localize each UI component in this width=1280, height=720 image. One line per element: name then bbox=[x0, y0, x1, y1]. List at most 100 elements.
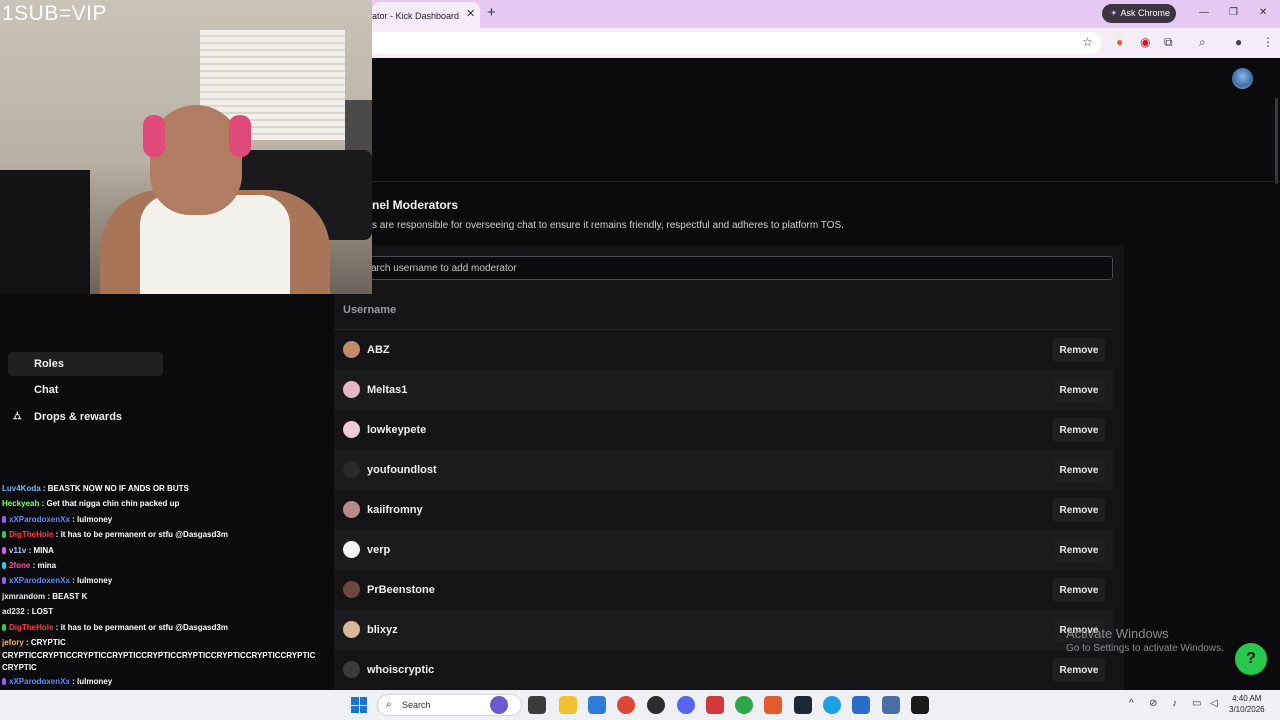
sidebar-item-drops-rewards[interactable]: ⛼ Drops & rewards bbox=[8, 405, 163, 429]
chat-message: xXParodoxenXx : lulmoney bbox=[2, 573, 320, 588]
username-column-header: Username bbox=[343, 304, 397, 316]
opera-icon[interactable]: ◉ bbox=[1140, 35, 1150, 49]
photos-icon[interactable] bbox=[852, 696, 870, 714]
chrome-icon[interactable] bbox=[617, 696, 635, 714]
chat-separator: : bbox=[69, 514, 78, 524]
tab-close-icon[interactable]: ✕ bbox=[466, 7, 475, 20]
chat-message: xXParodoxenXx : lulmoney bbox=[2, 674, 320, 689]
chat-badge-icon bbox=[2, 623, 6, 631]
remove-moderator-button[interactable]: Remove bbox=[1053, 458, 1105, 482]
copilot-icon[interactable] bbox=[490, 696, 508, 714]
chat-username[interactable]: v11v bbox=[9, 546, 26, 555]
remove-moderator-button[interactable]: Remove bbox=[1053, 378, 1105, 402]
app-orange-icon[interactable] bbox=[764, 696, 782, 714]
chat-username[interactable]: xXParodoxenXx bbox=[9, 515, 70, 524]
close-window-icon[interactable]: ✕ bbox=[1259, 7, 1267, 18]
moderator-row: kaiifromny Remove bbox=[334, 490, 1113, 530]
windows-start-icon[interactable] bbox=[351, 697, 367, 713]
chat-separator: : bbox=[69, 677, 78, 687]
sidebar-item-chat[interactable]: Chat bbox=[8, 378, 163, 402]
tab-kick-dashboard[interactable]: ator - Kick Dashboard bbox=[372, 2, 480, 28]
volume-icon[interactable]: ◁ bbox=[1210, 698, 1218, 709]
chat-separator: : bbox=[23, 638, 31, 648]
chrome-alt-icon[interactable] bbox=[735, 696, 753, 714]
remove-moderator-button[interactable]: Remove bbox=[1053, 658, 1105, 682]
chat-text: MINA bbox=[33, 545, 54, 555]
steam-icon[interactable] bbox=[794, 696, 812, 714]
chat-text: lulmoney bbox=[77, 677, 113, 687]
activate-subtitle: Go to Settings to activate Windows. bbox=[1066, 643, 1224, 654]
minimize-icon[interactable]: — bbox=[1199, 7, 1209, 18]
sidebar-item-roles[interactable]: Roles bbox=[8, 352, 163, 376]
help-chat-button[interactable]: ? bbox=[1235, 643, 1267, 675]
moderator-list: ABZ Remove Meltas1 Remove lowkeypete Remove yo… bbox=[334, 330, 1113, 690]
chat-username[interactable]: ad232 bbox=[2, 607, 25, 616]
chat-username[interactable]: DigTheHole bbox=[9, 623, 53, 632]
chat-text: LOST bbox=[31, 607, 54, 617]
no-network-icon[interactable]: ⊘ bbox=[1149, 698, 1157, 709]
extension-fire-icon[interactable]: ● bbox=[1116, 35, 1123, 49]
chat-username[interactable]: Luv4Koda bbox=[2, 484, 41, 493]
moderator-avatar bbox=[343, 341, 360, 358]
profile-icon[interactable]: ● bbox=[1235, 35, 1242, 49]
chat-username[interactable]: DigTheHole bbox=[9, 530, 53, 539]
chat-badge-icon bbox=[2, 678, 6, 686]
moderator-row: whoiscryptic Remove bbox=[334, 650, 1113, 690]
chat-username[interactable]: 2fone bbox=[9, 561, 30, 570]
discord-icon[interactable] bbox=[677, 696, 695, 714]
chat-separator: : bbox=[69, 576, 78, 586]
page-scrollbar[interactable] bbox=[1275, 98, 1278, 184]
moderator-avatar bbox=[343, 381, 360, 398]
remove-moderator-button[interactable]: Remove bbox=[1053, 538, 1105, 562]
tray-chevron-icon[interactable]: ^ bbox=[1129, 698, 1134, 709]
chat-text: mina bbox=[37, 561, 57, 571]
chat-text: BEAST K bbox=[52, 591, 88, 601]
remove-moderator-button[interactable]: Remove bbox=[1053, 418, 1105, 442]
chat-message: jxmrandom : BEAST K bbox=[2, 589, 320, 604]
chat-username[interactable]: jxmrandom bbox=[2, 592, 45, 601]
bookmark-star-icon[interactable]: ☆ bbox=[1082, 35, 1093, 49]
display-icon[interactable]: ▭ bbox=[1192, 698, 1201, 709]
store-icon[interactable] bbox=[588, 696, 606, 714]
more-menu-icon[interactable]: ⋮ bbox=[1262, 35, 1274, 49]
url-field[interactable] bbox=[372, 32, 1102, 54]
edge-icon[interactable] bbox=[823, 696, 841, 714]
remove-moderator-button[interactable]: Remove bbox=[1053, 338, 1105, 362]
chat-message: DigTheHole : it has to be permanent or s… bbox=[2, 620, 320, 635]
moderator-username: verp bbox=[367, 544, 391, 556]
sidebar-item-label: Drops & rewards bbox=[34, 411, 123, 423]
remove-moderator-button[interactable]: Remove bbox=[1053, 498, 1105, 522]
app-window-icon[interactable] bbox=[882, 696, 900, 714]
remove-moderator-button[interactable]: Remove bbox=[1053, 578, 1105, 602]
user-avatar[interactable] bbox=[1232, 68, 1253, 89]
screen-search-icon[interactable]: ⌕ bbox=[1199, 35, 1206, 50]
taskbar-clock[interactable]: 4:40 AM 3/10/2026 bbox=[1229, 693, 1265, 715]
chat-badge-icon bbox=[2, 515, 6, 523]
moderator-username: whoiscryptic bbox=[367, 664, 435, 676]
github-icon[interactable] bbox=[647, 696, 665, 714]
app-a-icon[interactable] bbox=[706, 696, 724, 714]
ask-chrome-button[interactable]: ✦ Ask Chrome bbox=[1102, 4, 1176, 23]
chat-message: xXParodoxenXx : lulmoney bbox=[2, 512, 320, 527]
new-tab-button[interactable]: + bbox=[487, 4, 496, 21]
moderator-search-input[interactable] bbox=[362, 256, 1113, 280]
terminal-icon[interactable] bbox=[911, 696, 929, 714]
extensions-puzzle-icon[interactable]: ⧉ bbox=[1164, 35, 1173, 50]
task-view-icon[interactable] bbox=[528, 696, 546, 714]
chat-username[interactable]: xXParodoxenXx bbox=[9, 677, 70, 686]
restore-icon[interactable]: ❐ bbox=[1229, 7, 1238, 18]
chat-overlay: Luv4Koda : BEASTK NOW NO IF ANDS OR BUTS… bbox=[2, 481, 320, 705]
sidebar-item-label: Roles bbox=[34, 358, 64, 370]
moderator-avatar bbox=[343, 501, 360, 518]
chat-username[interactable]: xXParodoxenXx bbox=[9, 576, 70, 585]
chat-username[interactable]: Heckyeah bbox=[2, 499, 39, 508]
file-explorer-icon[interactable] bbox=[559, 696, 577, 714]
chat-username[interactable]: jefory bbox=[2, 638, 24, 647]
clock-date: 3/10/2026 bbox=[1229, 705, 1265, 714]
divider bbox=[372, 181, 1280, 182]
windows-taskbar: ⌕ Search ^ ⊘ ♪ ▭ ◁ 4:40 AM 3/10/2026 bbox=[0, 690, 1280, 720]
moderator-avatar bbox=[343, 461, 360, 478]
gaming-chair bbox=[0, 170, 90, 294]
mic-icon[interactable]: ♪ bbox=[1172, 698, 1177, 709]
moderator-avatar bbox=[343, 661, 360, 678]
